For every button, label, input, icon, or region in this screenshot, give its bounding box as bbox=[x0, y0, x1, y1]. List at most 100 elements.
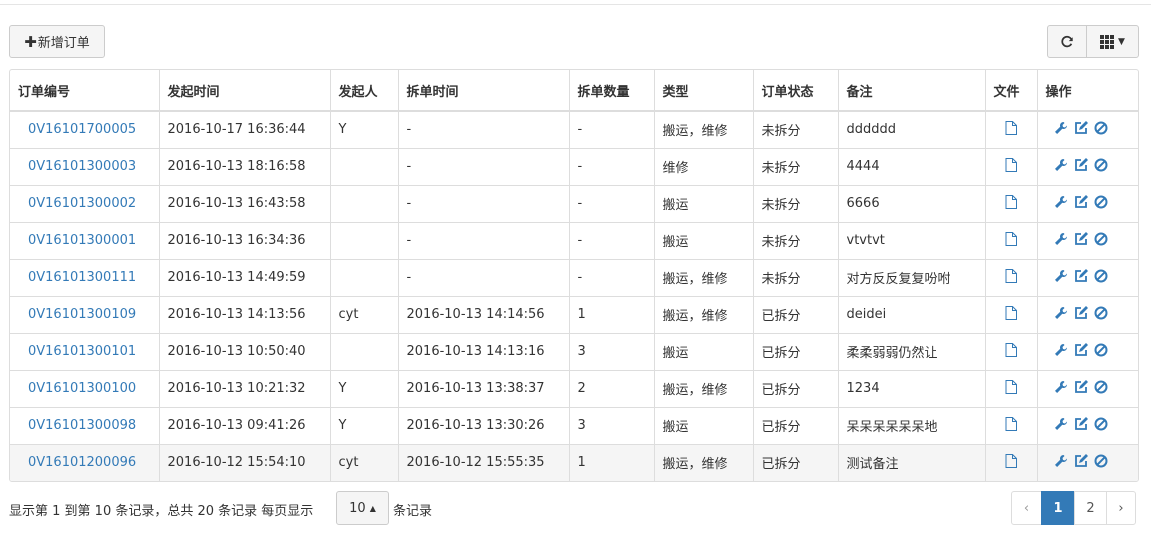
created-time: 2016-10-13 14:13:56 bbox=[159, 296, 331, 334]
order-type: 搬运 bbox=[654, 222, 754, 260]
ban-icon[interactable] bbox=[1094, 158, 1108, 176]
table-header-row: 订单编号 发起时间 发起人 拆单时间 拆单数量 类型 订单状态 备注 文件 操作 bbox=[10, 70, 1138, 112]
order-type: 搬运，维修 bbox=[654, 259, 754, 297]
order-note: 6666 bbox=[838, 185, 986, 223]
ban-icon[interactable] bbox=[1094, 269, 1108, 287]
edit-icon[interactable] bbox=[1074, 194, 1088, 213]
created-time: 2016-10-17 16:36:44 bbox=[159, 111, 331, 149]
header-split-time[interactable]: 拆单时间 bbox=[398, 70, 570, 112]
next-page-button[interactable]: › bbox=[1106, 491, 1136, 525]
ban-icon[interactable] bbox=[1094, 380, 1108, 398]
table-row: 0V16101300003 2016-10-13 18:16:58- - 维修 未拆分 4… bbox=[10, 148, 1138, 186]
ban-icon[interactable] bbox=[1094, 417, 1108, 435]
file-icon[interactable] bbox=[1005, 379, 1017, 398]
wrench-icon[interactable] bbox=[1054, 269, 1068, 287]
order-id-link[interactable]: 0V16101300100 bbox=[10, 370, 160, 408]
ban-icon[interactable] bbox=[1094, 454, 1108, 472]
order-status: 已拆分 bbox=[753, 407, 839, 445]
page-1-button[interactable]: 1 bbox=[1041, 491, 1075, 525]
edit-icon[interactable] bbox=[1074, 157, 1088, 176]
wrench-icon[interactable] bbox=[1054, 158, 1068, 176]
creator: cyt bbox=[330, 296, 399, 334]
header-creator[interactable]: 发起人 bbox=[330, 70, 399, 112]
actions-cell bbox=[1037, 111, 1138, 149]
wrench-icon[interactable] bbox=[1054, 343, 1068, 361]
header-order-id[interactable]: 订单编号 bbox=[10, 70, 160, 112]
ban-icon[interactable] bbox=[1094, 121, 1108, 139]
wrench-icon[interactable] bbox=[1054, 306, 1068, 324]
order-id-link[interactable]: 0V16101300001 bbox=[10, 222, 160, 260]
add-order-button[interactable]: ✚ 新增订单 bbox=[9, 25, 105, 58]
edit-icon[interactable] bbox=[1074, 379, 1088, 398]
split-time: - bbox=[398, 185, 570, 223]
page-size-suffix: 条记录 bbox=[393, 504, 433, 519]
order-id-link[interactable]: 0V16101300101 bbox=[10, 333, 160, 371]
order-id-link[interactable]: 0V16101300003 bbox=[10, 148, 160, 186]
plus-icon: ✚ bbox=[24, 32, 37, 51]
header-created-time[interactable]: 发起时间 bbox=[159, 70, 331, 112]
caret-down-icon: ▼ bbox=[1118, 36, 1125, 47]
file-icon[interactable] bbox=[1005, 416, 1017, 435]
creator: cyt bbox=[330, 444, 399, 481]
columns-toggle-button[interactable]: ▼ bbox=[1086, 25, 1139, 58]
edit-icon[interactable] bbox=[1074, 416, 1088, 435]
actions-cell bbox=[1037, 296, 1138, 334]
creator bbox=[330, 222, 399, 260]
file-cell bbox=[985, 111, 1038, 149]
edit-icon[interactable] bbox=[1074, 120, 1088, 139]
edit-icon[interactable] bbox=[1074, 231, 1088, 250]
file-icon[interactable] bbox=[1005, 305, 1017, 324]
file-icon[interactable] bbox=[1005, 157, 1017, 176]
order-note: 呆呆呆呆呆呆地 bbox=[838, 407, 986, 445]
edit-icon[interactable] bbox=[1074, 305, 1088, 324]
header-split-count[interactable]: 拆单数量 bbox=[569, 70, 655, 112]
table-row: 0V16101200096 2016-10-12 15:54:10 cyt 2016-… bbox=[10, 444, 1138, 481]
ban-icon[interactable] bbox=[1094, 306, 1108, 324]
creator bbox=[330, 333, 399, 371]
edit-icon[interactable] bbox=[1074, 453, 1088, 472]
wrench-icon[interactable] bbox=[1054, 454, 1068, 472]
prev-page-button[interactable]: ‹ bbox=[1011, 491, 1042, 525]
file-cell bbox=[985, 296, 1038, 334]
wrench-icon[interactable] bbox=[1054, 195, 1068, 213]
split-count: - bbox=[569, 185, 655, 223]
wrench-icon[interactable] bbox=[1054, 232, 1068, 250]
file-cell bbox=[985, 222, 1038, 260]
header-type[interactable]: 类型 bbox=[654, 70, 754, 112]
actions-cell bbox=[1037, 259, 1138, 297]
refresh-button[interactable] bbox=[1047, 25, 1087, 58]
table-row: 0V16101300002 2016-10-13 16:43:58- - 搬运 未拆分 6… bbox=[10, 185, 1138, 223]
file-icon[interactable] bbox=[1005, 268, 1017, 287]
wrench-icon[interactable] bbox=[1054, 417, 1068, 435]
actions-cell bbox=[1037, 333, 1138, 371]
order-status: 未拆分 bbox=[753, 222, 839, 260]
edit-icon[interactable] bbox=[1074, 342, 1088, 361]
order-id-link[interactable]: 0V16101300002 bbox=[10, 185, 160, 223]
ban-icon[interactable] bbox=[1094, 343, 1108, 361]
created-time: 2016-10-13 16:34:36 bbox=[159, 222, 331, 260]
wrench-icon[interactable] bbox=[1054, 380, 1068, 398]
ban-icon[interactable] bbox=[1094, 232, 1108, 250]
grid-icon bbox=[1100, 34, 1115, 49]
order-id-link[interactable]: 0V16101300111 bbox=[10, 259, 160, 297]
order-note: deidei bbox=[838, 296, 986, 334]
order-id-link[interactable]: 0V16101200096 bbox=[10, 444, 160, 481]
wrench-icon[interactable] bbox=[1054, 121, 1068, 139]
header-note[interactable]: 备注 bbox=[838, 70, 986, 112]
order-id-link[interactable]: 0V16101300098 bbox=[10, 407, 160, 445]
page-2-button[interactable]: 2 bbox=[1074, 491, 1107, 525]
page-size-select[interactable]: 10 ▲ bbox=[336, 491, 389, 525]
edit-icon[interactable] bbox=[1074, 268, 1088, 287]
file-icon[interactable] bbox=[1005, 120, 1017, 139]
order-status: 未拆分 bbox=[753, 185, 839, 223]
ban-icon[interactable] bbox=[1094, 195, 1108, 213]
file-cell bbox=[985, 259, 1038, 297]
file-icon[interactable] bbox=[1005, 453, 1017, 472]
file-icon[interactable] bbox=[1005, 342, 1017, 361]
order-id-link[interactable]: 0V16101700005 bbox=[10, 111, 160, 149]
file-icon[interactable] bbox=[1005, 231, 1017, 250]
file-icon[interactable] bbox=[1005, 194, 1017, 213]
order-status: 已拆分 bbox=[753, 370, 839, 408]
header-status[interactable]: 订单状态 bbox=[753, 70, 839, 112]
order-id-link[interactable]: 0V16101300109 bbox=[10, 296, 160, 334]
